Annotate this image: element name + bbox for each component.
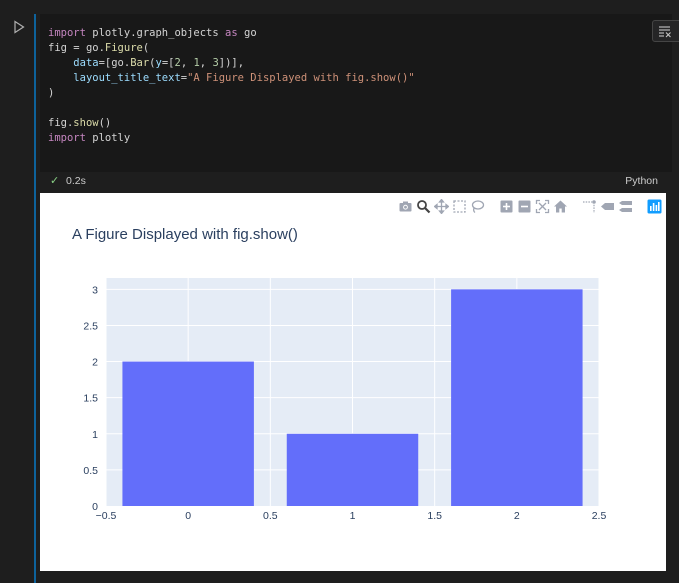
code-token: go. [85, 42, 105, 54]
code-token: layout_title_text [73, 72, 181, 84]
code-token: () [98, 117, 112, 129]
cell-focus-indicator [34, 14, 36, 583]
chart-title: A Figure Displayed with fig.show() [72, 226, 298, 243]
code-line: data=[go.Bar(y=[2, 1, 3])], [48, 56, 415, 71]
x-tick-label: 1.5 [427, 510, 442, 522]
y-tick-label: 3 [92, 284, 98, 296]
x-tick-label: 2.5 [592, 510, 607, 522]
code-token: ( [142, 42, 150, 54]
cell-output: A Figure Displayed with fig.show() 0 0.5 1 1… [40, 193, 666, 571]
cell-status-bar: ✓ 0.2s Python [40, 172, 672, 190]
code-token: import [48, 132, 86, 144]
x-tick-label: 2 [514, 510, 520, 522]
code-token: plotly [85, 132, 131, 144]
code-token: go [237, 27, 257, 39]
code-editor[interactable]: import plotly.graph_objects as go fig = g… [40, 14, 679, 172]
x-tick-label: −0.5 [96, 510, 117, 522]
code-token: Figure [104, 42, 143, 54]
bar[interactable] [286, 433, 419, 506]
execution-time: 0.2s [66, 175, 86, 187]
cell-language-picker[interactable]: Python [625, 175, 658, 187]
code-token: show [73, 117, 99, 129]
code-line: layout_title_text="A Figure Displayed wi… [48, 71, 415, 86]
code-token: , [199, 57, 213, 69]
code-token: data [73, 57, 99, 69]
code-token: =[go. [98, 57, 131, 69]
run-cell-button[interactable] [13, 20, 27, 36]
cell-gutter [0, 0, 36, 583]
cell-toolbar [652, 20, 679, 42]
play-icon [14, 20, 25, 34]
code-line: ) [48, 86, 415, 101]
success-check-icon: ✓ [50, 175, 60, 187]
code-token: import [48, 27, 86, 39]
code-content[interactable]: import plotly.graph_objects as go fig = g… [48, 26, 415, 146]
code-line: fig = go.Figure( [48, 41, 415, 56]
y-tick-label: 2 [92, 357, 98, 369]
bar[interactable] [122, 361, 254, 506]
x-tick-label: 1 [350, 510, 356, 522]
code-line: import plotly [48, 131, 415, 146]
code-token: ])], [218, 57, 245, 69]
clear-output-icon[interactable] [658, 24, 672, 38]
x-tick-label: 0.5 [263, 510, 278, 522]
code-token: as [225, 27, 238, 39]
code-token: = [66, 42, 86, 54]
code-token: fig [48, 42, 67, 54]
x-tick-label: 0 [185, 510, 191, 522]
bar-chart[interactable]: A Figure Displayed with fig.show() 0 0.5 1 1… [40, 193, 666, 571]
bar[interactable] [451, 289, 583, 506]
code-line: import plotly.graph_objects as go [48, 26, 415, 41]
code-token: fig. [48, 117, 74, 129]
code-token: Bar [130, 57, 150, 69]
y-tick-label: 0.5 [83, 465, 98, 477]
code-token: plotly.graph_objects [85, 27, 226, 39]
y-tick-label: 1 [92, 429, 98, 441]
code-token: "A Figure Displayed with fig.show()" [187, 72, 415, 84]
y-tick-label: 1.5 [83, 393, 98, 405]
code-token: =[ [161, 57, 175, 69]
code-line: fig.show() [48, 116, 415, 131]
code-token: ) [48, 87, 55, 99]
code-token: , [180, 57, 194, 69]
y-tick-label: 2.5 [83, 320, 98, 332]
